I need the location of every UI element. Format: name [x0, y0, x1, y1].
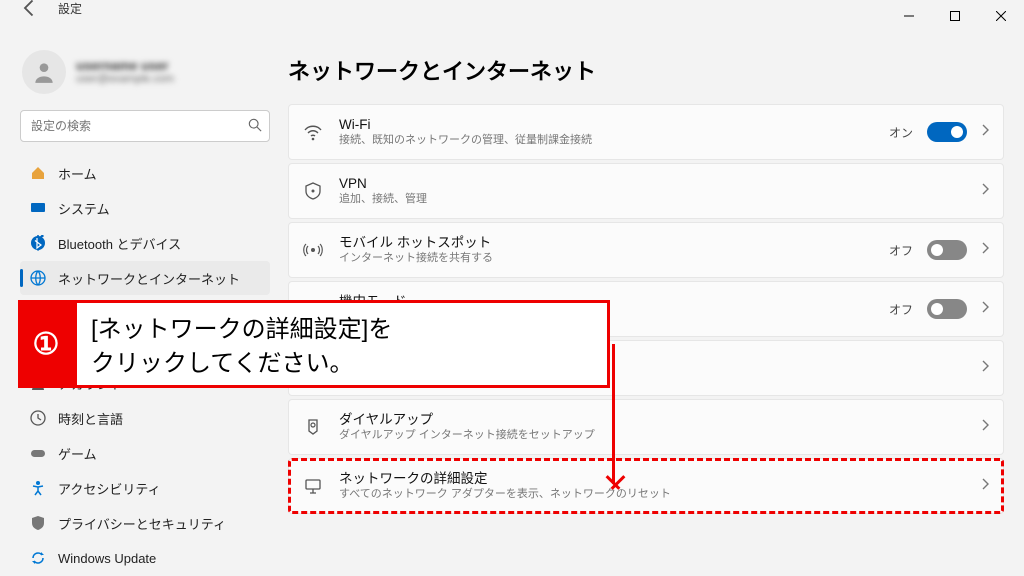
card-icon	[303, 181, 323, 201]
chevron-right-icon	[981, 182, 989, 200]
annotation-line-1: [ネットワークの詳細設定]を	[91, 313, 579, 347]
toggle-switch[interactable]	[927, 122, 967, 142]
nav-label: プライバシーとセキュリティ	[58, 514, 226, 533]
annotation-line-2: クリックしてください。	[91, 347, 579, 381]
maximize-button[interactable]	[932, 0, 978, 32]
profile-name: username user	[76, 58, 174, 74]
nav-item-9[interactable]: アクセシビリティ	[20, 471, 270, 505]
nav-item-0[interactable]: ホーム	[20, 156, 270, 190]
card-subtitle: 追加、接続、管理	[339, 192, 965, 207]
page-title: ネットワークとインターネット	[288, 54, 1004, 86]
minimize-button[interactable]	[886, 0, 932, 32]
annotation-number: ①	[18, 300, 74, 388]
nav-item-11[interactable]: Windows Update	[20, 541, 270, 575]
titlebar: 設定	[0, 0, 1024, 32]
profile-block[interactable]: username user user@example.com	[20, 50, 270, 94]
profile-email: user@example.com	[76, 73, 174, 86]
card-status: オフ	[889, 242, 913, 259]
card-title: Wi-Fi	[339, 116, 873, 134]
card-body: ダイヤルアップダイヤルアップ インターネット接続をセットアップ	[339, 411, 965, 444]
card-right	[981, 359, 989, 377]
card-right	[981, 477, 989, 495]
card-subtitle: 接続、既知のネットワークの管理、従量制課金接続	[339, 133, 873, 148]
accessibility-icon	[30, 480, 46, 496]
chevron-right-icon	[981, 418, 989, 436]
back-arrow-icon	[20, 0, 40, 18]
annotation-callout: ① [ネットワークの詳細設定]を クリックしてください。	[18, 300, 610, 388]
privacy-icon	[30, 515, 46, 531]
nav-label: ホーム	[58, 164, 97, 183]
setting-card-2[interactable]: モバイル ホットスポットインターネット接続を共有するオフ	[288, 222, 1004, 278]
setting-card-6[interactable]: ネットワークの詳細設定すべてのネットワーク アダプターを表示、ネットワークのリセ…	[288, 458, 1004, 514]
annotation-arrow-vertical	[612, 344, 615, 484]
toggle-switch[interactable]	[927, 240, 967, 260]
search-icon	[248, 118, 262, 132]
avatar	[22, 50, 66, 94]
gaming-icon	[30, 445, 46, 461]
nav-item-3[interactable]: ネットワークとインターネット	[20, 261, 270, 295]
chevron-right-icon	[981, 300, 989, 318]
network-icon	[30, 270, 46, 286]
nav-item-7[interactable]: 時刻と言語	[20, 401, 270, 435]
search-input[interactable]	[20, 110, 270, 142]
card-body: モバイル ホットスポットインターネット接続を共有する	[339, 234, 873, 267]
card-right: オフ	[889, 240, 989, 260]
nav-label: Windows Update	[58, 551, 156, 566]
nav-label: ゲーム	[58, 444, 97, 463]
card-icon	[303, 476, 323, 496]
profile-text: username user user@example.com	[76, 58, 174, 87]
card-title: VPN	[339, 175, 965, 193]
time-icon	[30, 410, 46, 426]
toggle-switch[interactable]	[927, 299, 967, 319]
back-button[interactable]	[20, 0, 40, 18]
card-right: オフ	[889, 299, 989, 319]
nav-label: システム	[58, 199, 110, 218]
nav-item-8[interactable]: ゲーム	[20, 436, 270, 470]
card-body: VPN追加、接続、管理	[339, 175, 965, 208]
card-body: Wi-Fi接続、既知のネットワークの管理、従量制課金接続	[339, 116, 873, 149]
nav-label: Bluetooth とデバイス	[58, 234, 181, 253]
card-icon	[303, 417, 323, 437]
system-icon	[30, 200, 46, 216]
card-title: ダイヤルアップ	[339, 411, 965, 429]
chevron-right-icon	[981, 123, 989, 141]
card-subtitle: ダイヤルアップ インターネット接続をセットアップ	[339, 428, 965, 443]
person-icon	[31, 59, 57, 85]
bluetooth-icon	[30, 235, 46, 251]
close-button[interactable]	[978, 0, 1024, 32]
annotation-text: [ネットワークの詳細設定]を クリックしてください。	[74, 300, 610, 388]
search-wrap	[20, 110, 270, 142]
nav-item-2[interactable]: Bluetooth とデバイス	[20, 226, 270, 260]
card-body: ネットワークの詳細設定すべてのネットワーク アダプターを表示、ネットワークのリセ…	[339, 470, 965, 503]
setting-card-0[interactable]: Wi-Fi接続、既知のネットワークの管理、従量制課金接続オン	[288, 104, 1004, 160]
chevron-right-icon	[981, 477, 989, 495]
setting-card-5[interactable]: ダイヤルアップダイヤルアップ インターネット接続をセットアップ	[288, 399, 1004, 455]
app-title: 設定	[58, 0, 82, 17]
card-right: オン	[889, 122, 989, 142]
nav-label: アクセシビリティ	[58, 479, 161, 498]
card-right	[981, 182, 989, 200]
card-icon	[303, 240, 323, 260]
chevron-right-icon	[981, 241, 989, 259]
nav-item-10[interactable]: プライバシーとセキュリティ	[20, 506, 270, 540]
card-right	[981, 418, 989, 436]
card-status: オン	[889, 124, 913, 141]
card-title: モバイル ホットスポット	[339, 234, 873, 252]
nav-item-1[interactable]: システム	[20, 191, 270, 225]
nav-label: ネットワークとインターネット	[58, 269, 240, 288]
card-title: ネットワークの詳細設定	[339, 470, 965, 488]
update-icon	[30, 550, 46, 566]
chevron-right-icon	[981, 359, 989, 377]
home-icon	[30, 165, 46, 181]
card-icon	[303, 122, 323, 142]
card-subtitle: すべてのネットワーク アダプターを表示、ネットワークのリセット	[339, 487, 965, 502]
card-subtitle: インターネット接続を共有する	[339, 251, 873, 266]
nav-label: 時刻と言語	[58, 409, 123, 428]
card-status: オフ	[889, 301, 913, 318]
setting-card-1[interactable]: VPN追加、接続、管理	[288, 163, 1004, 219]
